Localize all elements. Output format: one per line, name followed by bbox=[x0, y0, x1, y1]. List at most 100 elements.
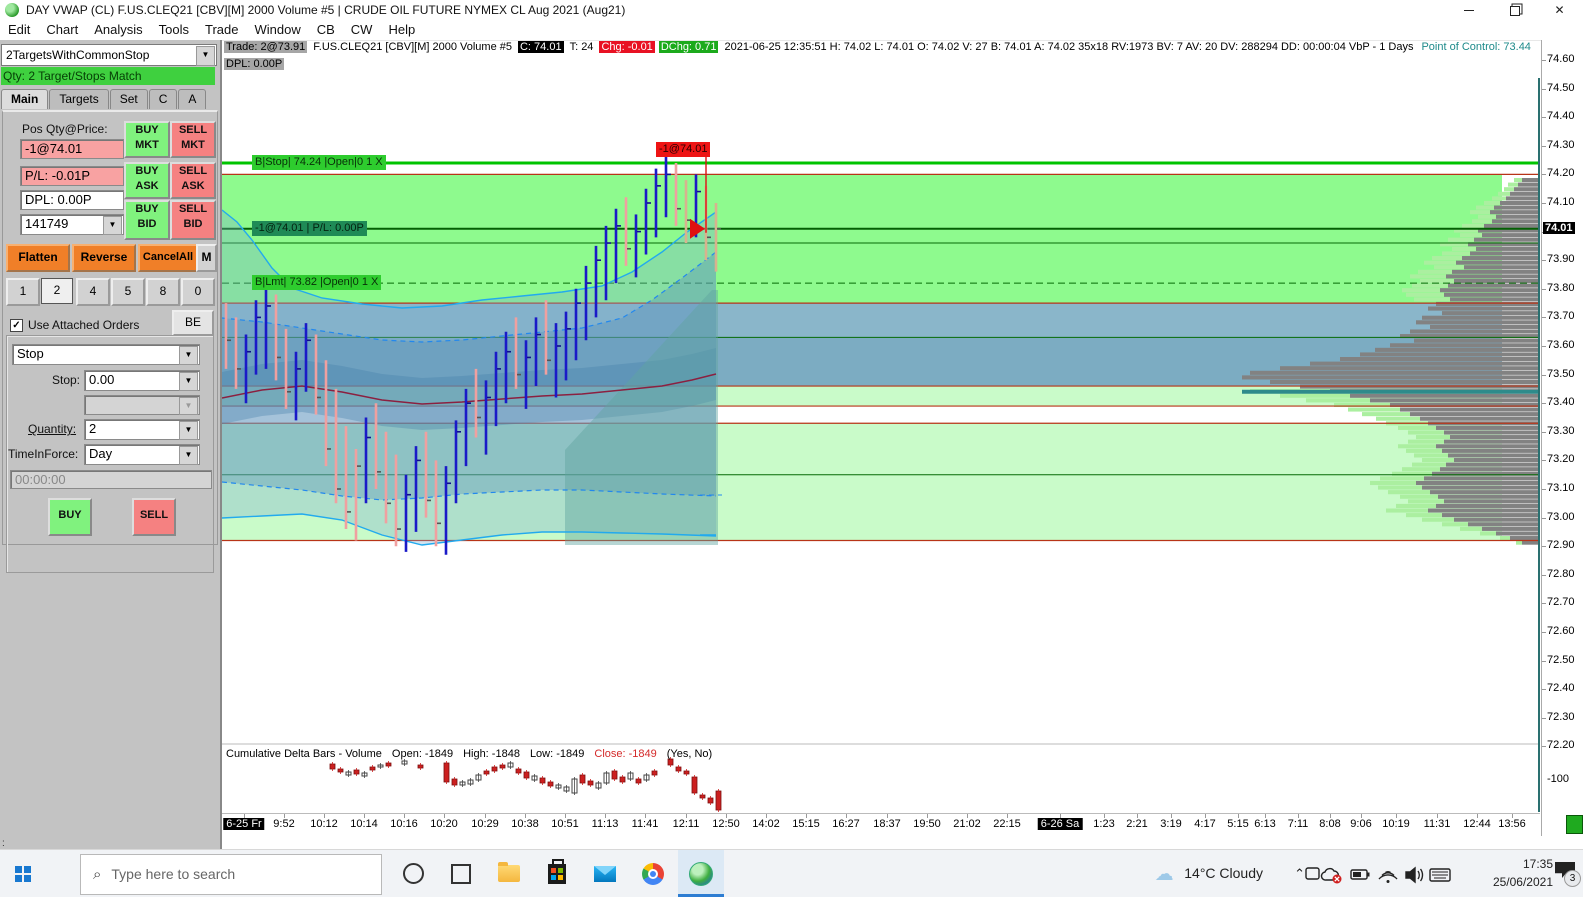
price-tick bbox=[1542, 660, 1546, 662]
use-attached-checkbox[interactable]: ✓ bbox=[10, 319, 23, 332]
price-axis-label: 72.80 bbox=[1547, 567, 1575, 580]
qty-preset-5[interactable]: 5 bbox=[111, 278, 145, 306]
stop-offset-input[interactable]: 0.00 ▼ bbox=[84, 370, 200, 391]
order-type-dropdown[interactable]: Stop ▼ bbox=[12, 344, 200, 365]
minimize-button[interactable] bbox=[1446, 0, 1491, 20]
time-axis-label: 10:20 bbox=[430, 818, 458, 830]
time-tick bbox=[846, 814, 847, 818]
start-button[interactable] bbox=[0, 850, 46, 897]
time-axis-label: 10:14 bbox=[350, 818, 378, 830]
time-tick bbox=[1361, 814, 1362, 818]
last-price-chip: 74.01 bbox=[1543, 221, 1575, 234]
chevron-down-icon[interactable]: ▼ bbox=[196, 46, 215, 66]
buy-ask-button[interactable]: BUY ASK bbox=[124, 162, 170, 199]
chart-tab-indicator[interactable] bbox=[1566, 815, 1583, 834]
chevron-down-icon[interactable]: ▼ bbox=[179, 372, 198, 391]
price-axis[interactable]: 74.6074.5074.4074.3074.2074.1074.0073.90… bbox=[1541, 40, 1583, 836]
pl-field: P/L: -0.01P bbox=[20, 166, 124, 186]
menu-item-chart[interactable]: Chart bbox=[38, 20, 86, 39]
price-axis-label: 73.60 bbox=[1547, 339, 1575, 351]
main-chart[interactable] bbox=[222, 78, 1540, 812]
time-axis-label: 3:19 bbox=[1160, 818, 1182, 830]
flatten-button[interactable]: Flatten bbox=[6, 244, 70, 272]
menu-item-analysis[interactable]: Analysis bbox=[86, 20, 150, 39]
price-tick bbox=[1542, 632, 1546, 633]
cancel-all-button[interactable]: CancelAll bbox=[138, 244, 198, 272]
price-axis-label: 74.30 bbox=[1547, 138, 1575, 151]
qty-preset-4[interactable]: 4 bbox=[76, 278, 110, 306]
price-axis-label: 74.10 bbox=[1547, 196, 1575, 208]
menu-item-help[interactable]: Help bbox=[380, 20, 423, 39]
buy-mkt-button[interactable]: BUY MKT bbox=[124, 121, 170, 158]
price-tick bbox=[1542, 460, 1546, 462]
qty-preset-8[interactable]: 8 bbox=[146, 278, 180, 306]
account-dropdown[interactable]: 141749 ▼ bbox=[20, 214, 124, 235]
store-icon[interactable] bbox=[534, 850, 580, 897]
close-button[interactable]: ✕ bbox=[1537, 0, 1582, 20]
time-axis-label: 18:37 bbox=[873, 818, 901, 830]
sierra-chart-icon[interactable] bbox=[678, 850, 724, 897]
time-tick bbox=[1205, 814, 1206, 818]
notification-center[interactable]: 3 bbox=[1551, 860, 1581, 888]
time-axis[interactable]: 6-25 Fr 9:52 10:12 10:14 10:16 10:20 10:29 10:3… bbox=[222, 813, 1540, 837]
sell-bid-button[interactable]: SELL BID bbox=[170, 200, 216, 240]
time-axis-label: 11:13 bbox=[591, 818, 619, 830]
info-segment: C: 74.01 bbox=[517, 41, 564, 53]
tab-a[interactable]: A bbox=[178, 89, 207, 109]
tab-main[interactable]: Main bbox=[1, 89, 49, 109]
info-segment: (Vo bbox=[1537, 41, 1538, 53]
limit-order-label[interactable]: B|Lmt| 73.82 |Open|0 1 X bbox=[252, 275, 382, 291]
chevron-down-icon[interactable]: ▼ bbox=[179, 421, 198, 440]
taskbar-search-input[interactable]: ⌕ Type here to search bbox=[80, 854, 382, 895]
be-button[interactable]: BE bbox=[172, 310, 214, 336]
qty-preset-2[interactable]: 2 bbox=[41, 278, 73, 304]
chrome-icon[interactable] bbox=[630, 850, 676, 897]
chevron-down-icon[interactable]: ▼ bbox=[179, 446, 198, 465]
menu-item-cw[interactable]: CW bbox=[343, 20, 381, 39]
position-label[interactable]: -1@74.01 | P/L: 0.00P bbox=[252, 220, 367, 236]
stop-order-label[interactable]: B|Stop| 74.24 |Open|0 1 X bbox=[252, 154, 386, 170]
chevron-down-icon[interactable]: ▼ bbox=[103, 216, 122, 235]
weather-widget[interactable]: ☁ 14°C Cloudy bbox=[1148, 850, 1263, 897]
m-button[interactable]: M bbox=[196, 244, 217, 272]
cortana-icon[interactable] bbox=[390, 850, 436, 897]
time-tick bbox=[244, 814, 245, 818]
status-corner-mark: : bbox=[2, 838, 5, 849]
quantity-input[interactable]: 2 ▼ bbox=[84, 419, 200, 440]
tray-icons[interactable] bbox=[1303, 863, 1453, 887]
time-axis-label: 10:16 bbox=[390, 818, 418, 830]
chevron-down-icon[interactable]: ▼ bbox=[179, 346, 198, 365]
price-axis-label: 72.90 bbox=[1547, 539, 1575, 552]
cloud-icon: ☁ bbox=[1154, 864, 1174, 886]
price-tick bbox=[1542, 260, 1546, 262]
sell-button[interactable]: SELL bbox=[132, 498, 176, 536]
buy-button[interactable]: BUY bbox=[48, 498, 92, 536]
order-preset-dropdown[interactable]: 2TargetsWithCommonStop ▼ bbox=[1, 44, 217, 66]
task-view-icon[interactable] bbox=[438, 850, 484, 897]
tab-c[interactable]: C bbox=[148, 89, 178, 109]
sell-mkt-button[interactable]: SELL MKT bbox=[170, 121, 216, 158]
tab-set[interactable]: Set bbox=[109, 89, 148, 109]
menu-item-tools[interactable]: Tools bbox=[151, 20, 197, 39]
qty-preset-1[interactable]: 1 bbox=[6, 278, 40, 306]
sell-ask-button[interactable]: SELL ASK bbox=[170, 162, 216, 199]
taskbar-clock[interactable]: 17:35 25/06/2021 bbox=[1493, 855, 1553, 891]
price-axis-label: 72.70 bbox=[1547, 596, 1575, 609]
search-icon: ⌕ bbox=[93, 866, 102, 883]
qty-preset-0[interactable]: 0 bbox=[181, 278, 215, 306]
menu-item-window[interactable]: Window bbox=[246, 20, 308, 39]
restore-button[interactable] bbox=[1492, 0, 1537, 20]
menu-item-edit[interactable]: Edit bbox=[0, 20, 38, 39]
file-explorer-icon[interactable] bbox=[486, 850, 532, 897]
tab-targets[interactable]: Targets bbox=[49, 89, 109, 109]
buy-bid-button[interactable]: BUY BID bbox=[124, 200, 170, 240]
time-tick bbox=[1396, 814, 1397, 818]
time-tick bbox=[525, 814, 526, 818]
time-tick bbox=[766, 814, 767, 818]
reverse-button[interactable]: Reverse bbox=[72, 244, 136, 272]
mail-icon[interactable] bbox=[582, 850, 628, 897]
tif-dropdown[interactable]: Day ▼ bbox=[84, 444, 200, 465]
menu-item-trade[interactable]: Trade bbox=[197, 20, 246, 39]
time-tick bbox=[967, 814, 968, 818]
menu-item-cb[interactable]: CB bbox=[309, 20, 343, 39]
